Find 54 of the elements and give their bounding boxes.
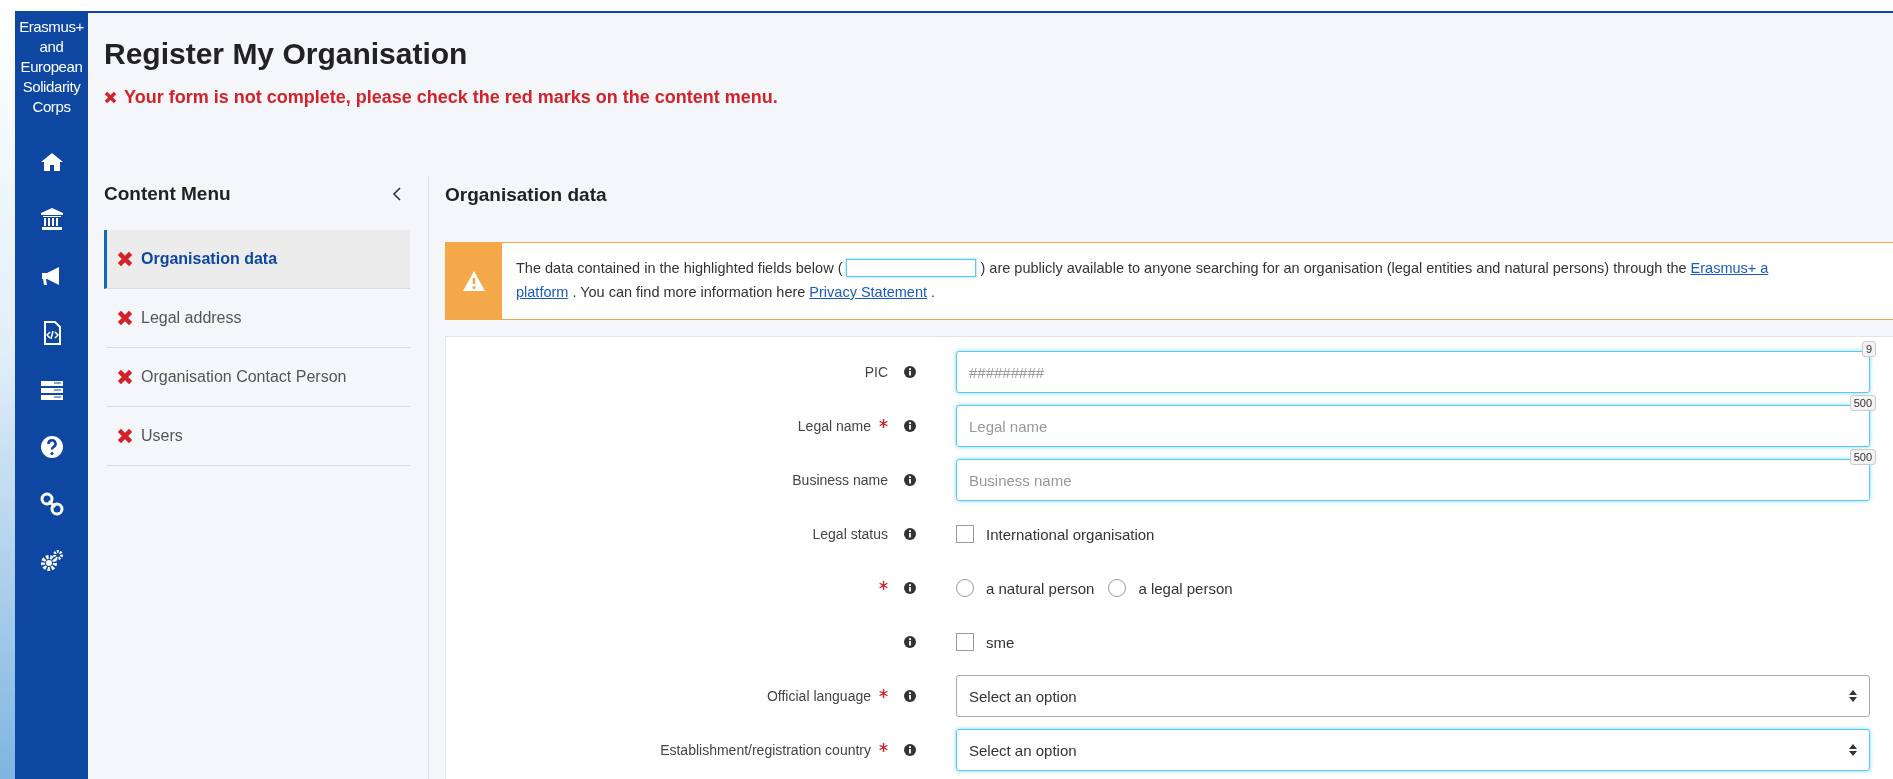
info-icon[interactable] bbox=[904, 420, 916, 432]
field-label: Business name bbox=[792, 472, 888, 488]
gears-icon[interactable] bbox=[39, 549, 64, 573]
notice-text: The data contained in the highlighted fields below ( bbox=[516, 260, 843, 276]
radio-button[interactable] bbox=[1108, 579, 1127, 597]
field-label: Legal status bbox=[812, 526, 888, 542]
select-dropdown[interactable]: Select an option bbox=[956, 729, 1870, 771]
info-icon[interactable] bbox=[904, 366, 916, 378]
platform-link[interactable]: platform bbox=[516, 284, 569, 300]
app-brand[interactable]: Erasmus+ and European Solidarity Corps bbox=[15, 17, 88, 117]
field-label: Official language bbox=[766, 688, 871, 704]
character-counter: 500 bbox=[1849, 395, 1876, 411]
field-label: PIC bbox=[864, 364, 888, 380]
sort-arrows-icon bbox=[1849, 690, 1857, 702]
privacy-statement-link[interactable]: Privacy Statement bbox=[809, 284, 927, 300]
content-menu-item[interactable]: Organisation data bbox=[104, 230, 410, 289]
content-menu-item[interactable]: Organisation Contact Person bbox=[107, 348, 410, 407]
character-counter: 500 bbox=[1849, 449, 1876, 465]
notice-text: . You can find more information here bbox=[572, 284, 806, 300]
content-menu-title: Content Menu bbox=[104, 183, 231, 205]
character-counter: 9 bbox=[1861, 341, 1876, 357]
info-icon[interactable] bbox=[904, 528, 916, 540]
checkbox[interactable] bbox=[956, 633, 974, 651]
checkbox-label: sme bbox=[986, 633, 1015, 651]
notice-text: . bbox=[931, 284, 936, 300]
field-label: Establishment/registration country bbox=[660, 742, 871, 758]
field-label: Legal name bbox=[797, 418, 871, 434]
info-icon[interactable] bbox=[904, 474, 916, 486]
bank-icon[interactable] bbox=[39, 207, 64, 231]
collapse-chevron-icon[interactable] bbox=[392, 186, 402, 202]
link-icon[interactable] bbox=[39, 492, 64, 516]
info-icon[interactable] bbox=[904, 690, 916, 702]
error-message: Your form is not complete, please check the red marks on the content menu. bbox=[124, 87, 778, 108]
radio-button[interactable] bbox=[956, 579, 974, 597]
checkbox[interactable] bbox=[956, 525, 974, 543]
error-icon bbox=[104, 91, 117, 104]
checkbox-label: International organisation bbox=[986, 525, 1155, 543]
erasmus-link[interactable]: Erasmus+ a bbox=[1690, 260, 1769, 276]
help-icon[interactable] bbox=[39, 435, 64, 459]
info-icon[interactable] bbox=[904, 636, 916, 648]
section-title: Organisation data bbox=[445, 184, 608, 206]
warning-icon bbox=[462, 270, 486, 292]
content-menu-item[interactable]: Users bbox=[107, 407, 410, 466]
notice-text: ) are publicly available to anyone searching for an organisation (legal entities and natural persons) through the bbox=[980, 260, 1687, 276]
home-icon[interactable] bbox=[39, 150, 64, 174]
radio-label: a natural person bbox=[986, 579, 1095, 597]
content-menu-item[interactable]: Legal address bbox=[107, 289, 410, 348]
sort-arrows-icon bbox=[1849, 744, 1857, 756]
info-icon[interactable] bbox=[904, 582, 916, 594]
radio-label: a legal person bbox=[1138, 579, 1233, 597]
page-title: Register My Organisation bbox=[104, 37, 469, 71]
info-icon[interactable] bbox=[904, 744, 916, 756]
select-dropdown[interactable]: Select an option bbox=[956, 675, 1870, 717]
list-icon[interactable] bbox=[39, 378, 64, 402]
